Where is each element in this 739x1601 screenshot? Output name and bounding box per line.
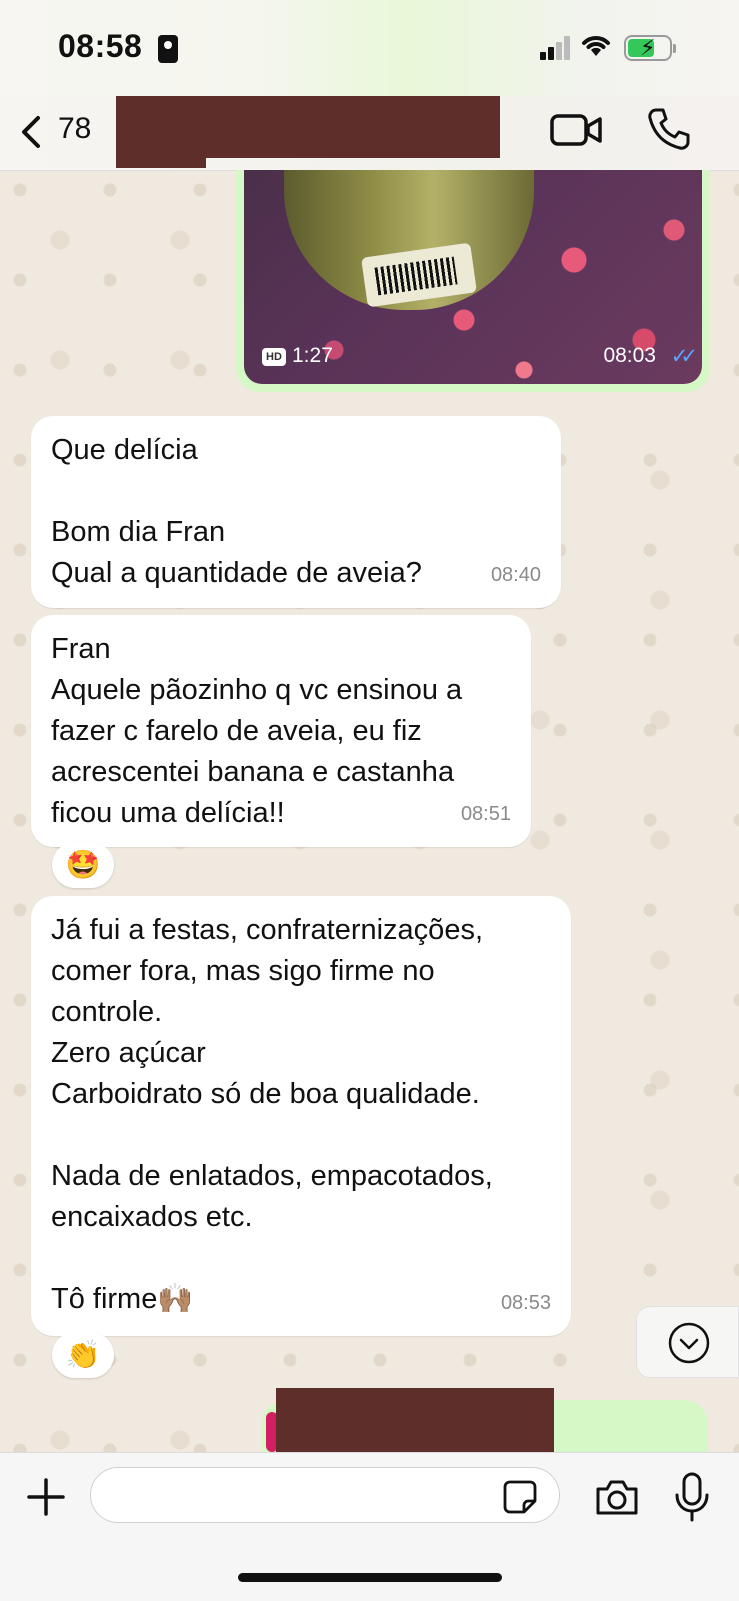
- chevron-down-icon: [668, 1322, 710, 1364]
- status-time: 08:58: [58, 28, 143, 64]
- unread-count[interactable]: 78: [58, 112, 91, 146]
- cellular-signal-icon: [540, 36, 570, 60]
- message-text: Fran Aquele pãozinho q vc ensinou a faze…: [51, 633, 463, 829]
- message-timestamp: 08:40: [490, 564, 541, 586]
- message-timestamp: 08:53: [500, 1292, 551, 1314]
- incoming-message[interactable]: Já fui a festas, confraternizações, come…: [31, 896, 571, 1336]
- video-message-bubble[interactable]: HD 1:27 08:03 ✓✓: [236, 170, 710, 392]
- video-timestamp: 08:03: [603, 344, 656, 367]
- message-reaction[interactable]: 👏: [52, 1332, 114, 1378]
- chat-header: 78: [0, 96, 739, 171]
- phone-call-icon[interactable]: [646, 106, 692, 152]
- message-text: Já fui a festas, confraternizações, come…: [51, 914, 493, 1315]
- incoming-message[interactable]: Fran Aquele pãozinho q vc ensinou a faze…: [31, 615, 531, 847]
- message-text: Que delícia Bom dia Fran Qual a quantida…: [51, 434, 422, 589]
- wifi-icon: [582, 36, 610, 56]
- plus-icon[interactable]: [26, 1477, 66, 1517]
- video-duration: 1:27: [292, 344, 333, 367]
- status-bar: 08:58 ⚡: [0, 0, 739, 96]
- sticker-icon[interactable]: [502, 1479, 538, 1515]
- hd-badge: HD: [262, 348, 286, 366]
- video-call-icon[interactable]: [550, 110, 602, 150]
- home-indicator: [238, 1573, 502, 1582]
- message-input-bar: [0, 1452, 739, 1601]
- microphone-icon[interactable]: [672, 1471, 712, 1523]
- message-timestamp: 08:51: [460, 803, 511, 825]
- contact-card-icon: [158, 35, 178, 63]
- incoming-message[interactable]: Que delícia Bom dia Fran Qual a quantida…: [31, 416, 561, 608]
- video-thumbnail[interactable]: HD 1:27 08:03 ✓✓: [244, 170, 702, 384]
- message-input[interactable]: [90, 1467, 560, 1523]
- scroll-to-bottom-button[interactable]: [636, 1306, 739, 1378]
- battery-icon: ⚡: [624, 35, 676, 61]
- redacted-contact-name-extension: [116, 156, 206, 168]
- read-receipt-icon: ✓✓: [670, 345, 698, 368]
- message-reaction[interactable]: 🤩: [52, 842, 114, 888]
- redacted-contact-name[interactable]: [116, 96, 500, 158]
- camera-icon[interactable]: [594, 1477, 640, 1517]
- back-chevron-icon[interactable]: [14, 108, 54, 156]
